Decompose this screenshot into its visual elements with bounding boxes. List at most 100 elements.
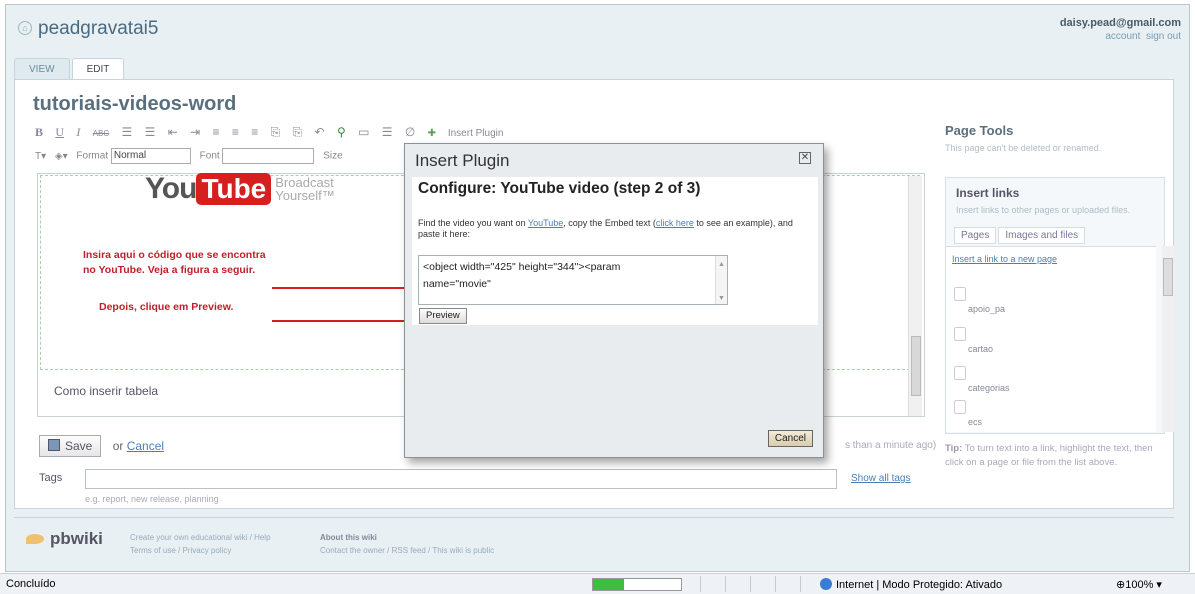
desc-text-2: , copy the Embed text (: [563, 218, 656, 228]
embed-line-1: <object width="425" height="344"><param: [423, 261, 621, 273]
click-here-link[interactable]: click here: [656, 218, 694, 228]
save-icon: [48, 439, 60, 451]
page-icon: [954, 400, 966, 414]
account-link[interactable]: account: [1105, 31, 1140, 42]
insert-plugin-button[interactable]: ✚ Insert Plugin: [428, 128, 513, 139]
cancel-link[interactable]: Cancel: [127, 439, 164, 453]
format-select[interactable]: Normal: [110, 148, 191, 164]
tab-images-files[interactable]: Images and files: [998, 227, 1086, 244]
insert-links-tabs: Pages Images and files: [954, 227, 1087, 244]
footer-terms-link[interactable]: Terms of use / Privacy policy: [130, 544, 271, 557]
footer-about: About this wiki: [320, 531, 494, 544]
page-icon: [954, 287, 966, 301]
page-icon: [954, 327, 966, 341]
sidebar: Page Tools This page can't be deleted or…: [945, 123, 1174, 468]
editor-scrollbar-thumb[interactable]: [911, 336, 921, 396]
align-left-icon[interactable]: ≡: [213, 125, 220, 139]
progress-fill: [593, 579, 624, 590]
bold-button[interactable]: B: [35, 125, 43, 140]
tags-hint: e.g. report, new release, planning: [85, 494, 219, 504]
brand-name: pbwiki: [50, 529, 103, 548]
clear-format-icon[interactable]: ∅: [405, 125, 415, 139]
youtube-link[interactable]: YouTube: [528, 218, 563, 228]
align-right-icon[interactable]: ≡: [251, 125, 258, 139]
leaf-icon: [26, 534, 44, 544]
saved-time: s than a minute ago): [845, 440, 937, 451]
red-arrow-2: [272, 320, 412, 322]
zoom-control[interactable]: ⊕100% ▾: [1116, 578, 1162, 591]
signout-link[interactable]: sign out: [1146, 31, 1181, 42]
status-divider: [700, 576, 701, 592]
new-page-link[interactable]: Insert a link to a new page: [952, 254, 1057, 264]
youtube-logo-you: You: [145, 172, 197, 205]
pbwiki-logo[interactable]: pbwiki: [26, 529, 103, 549]
indent-icon[interactable]: ⇥: [190, 125, 200, 139]
italic-button[interactable]: I: [76, 125, 80, 140]
preview-button[interactable]: Preview: [419, 308, 467, 324]
tags-input[interactable]: [85, 469, 837, 489]
page-icon: [954, 366, 966, 380]
format-toolbar: B U I ABC ☰ ☰ ⇤ ⇥ ≡ ≡ ≡ ⎘ ⎘ ↶ ⚲ ▭ ☰ ∅ ✚ …: [35, 125, 925, 145]
home-icon[interactable]: ⌂: [18, 21, 32, 35]
close-icon[interactable]: ✕: [799, 152, 811, 164]
status-divider: [775, 576, 776, 592]
list-item-label: categorias: [968, 383, 1010, 393]
footer: pbwiki Create your own educational wiki …: [14, 517, 1174, 561]
plugin-icon: ✚: [427, 128, 437, 139]
font-select[interactable]: [222, 148, 315, 164]
insert-links-panel: Insert links Insert links to other pages…: [945, 177, 1174, 434]
format-label: Format: [76, 150, 109, 162]
page-list: Insert a link to a new page apoio_pa car…: [946, 246, 1156, 432]
align-center-icon[interactable]: ≡: [232, 125, 239, 139]
wiki-header[interactable]: ⌂ peadgravatai5: [18, 18, 158, 40]
table-icon[interactable]: ▭: [358, 125, 369, 139]
tip-label: Tip:: [945, 443, 963, 454]
tab-edit[interactable]: EDIT: [71, 58, 125, 80]
save-button[interactable]: Save: [39, 435, 102, 457]
highlight-color-icon[interactable]: ◈▾: [55, 151, 68, 162]
editor-scrollbar[interactable]: [908, 176, 922, 416]
text-color-icon[interactable]: T▾: [35, 151, 46, 162]
page-tools-heading: Page Tools: [945, 123, 1014, 138]
strike-button[interactable]: ABC: [93, 129, 109, 138]
underline-button[interactable]: U: [55, 125, 64, 140]
status-text: Concluído: [6, 578, 56, 590]
copy-icon[interactable]: ⎘: [271, 125, 281, 140]
list-item-label: cartao: [968, 344, 994, 354]
list-item[interactable]: categorias: [954, 366, 1010, 393]
link-icon[interactable]: ⚲: [337, 125, 346, 139]
footer-create-link[interactable]: Create your own educational wiki / Help: [130, 531, 271, 544]
list-item[interactable]: apoio_pa: [954, 287, 1005, 314]
tab-view[interactable]: VIEW: [14, 58, 70, 80]
status-divider: [800, 576, 801, 592]
wiki-name[interactable]: peadgravatai5: [38, 18, 158, 39]
tags-label: Tags: [39, 472, 63, 484]
red-arrow-1: [272, 287, 412, 289]
security-zone[interactable]: Internet | Modo Protegido: Ativado: [820, 578, 1002, 591]
tab-pages[interactable]: Pages: [954, 227, 997, 244]
list-item[interactable]: cartao: [954, 327, 993, 354]
bullet-list-icon[interactable]: ☰: [145, 125, 156, 139]
numbered-list-icon[interactable]: ☰: [122, 125, 133, 139]
insert-plugin-label: Insert Plugin: [447, 128, 504, 139]
dialog-cancel-button[interactable]: Cancel: [767, 430, 813, 447]
list-item[interactable]: ecs: [954, 400, 982, 427]
zoom-icon: ⊕: [1116, 579, 1126, 591]
show-all-tags-link[interactable]: Show all tags: [851, 473, 910, 484]
footer-contact-link[interactable]: Contact the owner / RSS feed / This wiki…: [320, 544, 494, 557]
list-item-label: apoio_pa: [968, 304, 1006, 314]
page-tools-note: This page can't be deleted or renamed.: [945, 143, 1102, 153]
footer-about-title: About this wiki: [320, 533, 377, 542]
outdent-icon[interactable]: ⇤: [168, 125, 178, 139]
paste-icon[interactable]: ⎘: [293, 125, 303, 140]
page-list-scrollbar-thumb[interactable]: [1163, 258, 1173, 296]
page-list-scrollbar[interactable]: [1162, 246, 1174, 432]
user-email: daisy.pead@gmail.com: [1059, 17, 1181, 29]
embed-textarea[interactable]: <object width="425" height="344"><param …: [418, 255, 728, 305]
hr-icon[interactable]: ☰: [382, 125, 393, 139]
save-row: Save or Cancel: [39, 435, 164, 457]
embed-scrollbar[interactable]: ▲ ▼: [715, 256, 727, 304]
undo-icon[interactable]: ↶: [315, 125, 325, 139]
section-heading: Como inserir tabela: [54, 384, 159, 398]
tip-text: To turn text into a link, highlight the …: [945, 443, 1153, 468]
